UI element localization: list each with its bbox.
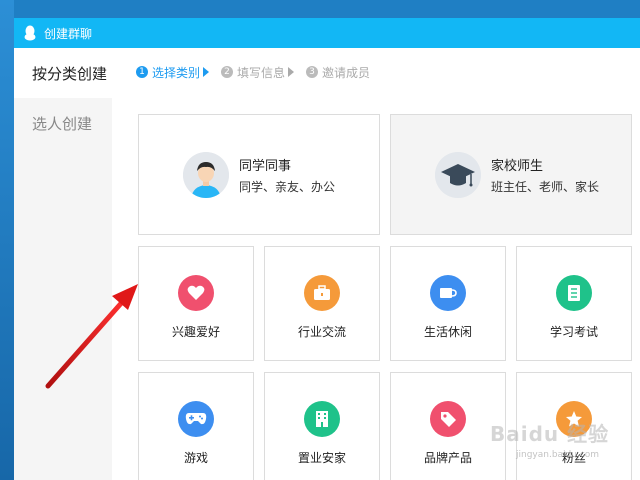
card-games[interactable]: 游戏 bbox=[138, 372, 254, 480]
card-label: 行业交流 bbox=[297, 325, 346, 339]
card-text: 家校师生 班主任、老师、家长 bbox=[491, 155, 599, 195]
step-arrow-icon bbox=[203, 67, 210, 77]
qq-penguin-icon bbox=[22, 25, 38, 41]
card-label: 兴趣爱好 bbox=[171, 325, 220, 339]
window-title: 创建群聊 bbox=[44, 26, 93, 41]
step-fill-info: 2 填写信息 bbox=[221, 64, 295, 81]
step-number: 1 bbox=[136, 66, 148, 78]
building-icon bbox=[304, 401, 340, 437]
sidebar-item-by-category[interactable]: 按分类创建 bbox=[14, 48, 112, 98]
card-text: 同学同事 同学、亲友、办公 bbox=[239, 155, 335, 195]
gamepad-icon bbox=[178, 401, 214, 437]
card-title: 同学同事 bbox=[239, 158, 292, 174]
step-indicator: 1 选择类别 2 填写信息 3 邀请成员 bbox=[136, 64, 382, 80]
desktop-background bbox=[0, 0, 14, 480]
sidebar-item-label: 按分类创建 bbox=[32, 64, 108, 83]
card-label: 置业安家 bbox=[297, 451, 346, 465]
step-invite-members: 3 邀请成员 bbox=[306, 64, 370, 81]
sidebar: 按分类创建 选人创建 bbox=[14, 48, 112, 480]
card-label: 学习考试 bbox=[549, 325, 598, 339]
card-classmates-colleagues[interactable]: 同学同事 同学、亲友、办公 bbox=[138, 114, 380, 235]
card-home-school[interactable]: 家校师生 班主任、老师、家长 bbox=[390, 114, 632, 235]
document-icon bbox=[556, 275, 592, 311]
sidebar-item-select-people[interactable]: 选人创建 bbox=[14, 98, 112, 148]
card-hobbies[interactable]: 兴趣爱好 bbox=[138, 246, 254, 361]
card-subtitle: 班主任、老师、家长 bbox=[491, 179, 600, 194]
create-group-window: 创建群聊 按分类创建 选人创建 1 选择类别 2 填写信息 3 邀请成员 同学同… bbox=[14, 18, 640, 480]
card-label: 游戏 bbox=[183, 451, 208, 465]
step-number: 3 bbox=[306, 66, 319, 78]
step-arrow-icon bbox=[288, 67, 295, 77]
step-number: 2 bbox=[221, 66, 234, 78]
step-label: 邀请成员 bbox=[322, 65, 371, 80]
watermark: Baidu 经验 bbox=[490, 422, 610, 446]
step-label: 填写信息 bbox=[237, 65, 286, 80]
briefcase-icon bbox=[304, 275, 340, 311]
student-avatar-icon bbox=[183, 151, 229, 198]
card-label: 品牌产品 bbox=[423, 451, 472, 465]
title-bar[interactable]: 创建群聊 bbox=[14, 18, 640, 48]
main-panel: 1 选择类别 2 填写信息 3 邀请成员 同学同事 同学、亲友、办公 家校师生 … bbox=[112, 48, 640, 480]
card-real-estate[interactable]: 置业安家 bbox=[264, 372, 380, 480]
card-label: 生活休闲 bbox=[423, 325, 472, 339]
card-subtitle: 同学、亲友、办公 bbox=[239, 179, 336, 194]
card-leisure[interactable]: 生活休闲 bbox=[390, 246, 506, 361]
graduation-cap-icon bbox=[435, 151, 481, 198]
card-study-exam[interactable]: 学习考试 bbox=[516, 246, 632, 361]
cup-icon bbox=[430, 275, 466, 311]
sidebar-item-label: 选人创建 bbox=[32, 114, 93, 133]
step-label: 选择类别 bbox=[152, 65, 201, 80]
step-choose-category: 1 选择类别 bbox=[136, 64, 210, 81]
card-industry[interactable]: 行业交流 bbox=[264, 246, 380, 361]
card-brands[interactable]: 品牌产品 bbox=[390, 372, 506, 480]
tag-icon bbox=[430, 401, 466, 437]
card-title: 家校师生 bbox=[491, 158, 544, 174]
heart-icon bbox=[178, 275, 214, 311]
watermark-url: jingyan.baidu.com bbox=[516, 450, 600, 460]
